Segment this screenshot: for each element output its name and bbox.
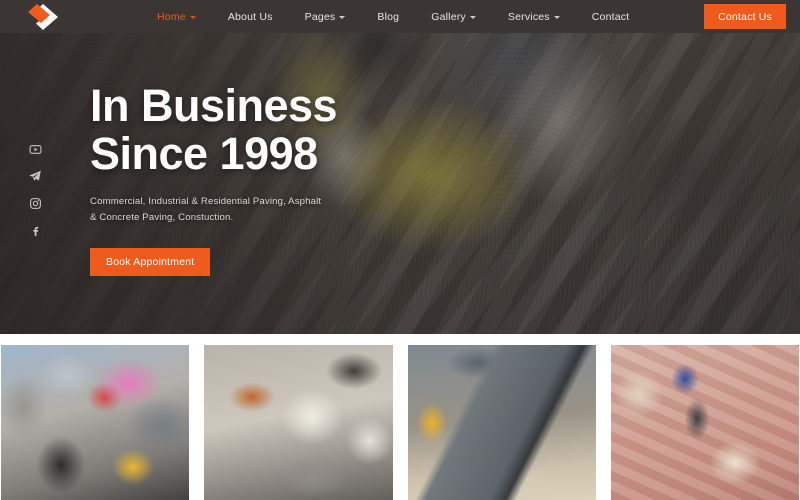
chevron-down-icon	[189, 15, 196, 19]
rhombus-logo-icon	[28, 3, 58, 30]
nav-item-label: Services	[507, 10, 550, 23]
gallery-image-3[interactable]	[407, 345, 596, 500]
gallery-image-3-photo	[407, 345, 596, 500]
nav-item-label: Blog	[377, 10, 400, 23]
gallery-image-4[interactable]	[610, 345, 799, 500]
hero-subtitle: Commercial, Industrial & Residential Pav…	[90, 196, 322, 224]
gallery-image-1-photo	[1, 345, 190, 500]
gallery-row	[0, 345, 800, 500]
nav-item-label: Home	[157, 10, 186, 23]
site-header: Home About Us Pages Blog Gallery Service…	[0, 0, 800, 33]
hero-content: In Business Since 1998 Commercial, Indus…	[90, 82, 420, 277]
gallery-image-1[interactable]	[1, 345, 190, 500]
hero-title-line-1: In Business	[90, 80, 338, 131]
chevron-down-icon	[469, 15, 476, 19]
facebook-icon[interactable]	[28, 223, 42, 237]
nav-item-services[interactable]: Services	[492, 0, 576, 33]
chevron-down-icon	[339, 15, 346, 19]
nav-item-about-us[interactable]: About Us	[212, 0, 289, 33]
nav-item-label: Pages	[304, 10, 336, 23]
chevron-down-icon	[553, 15, 560, 19]
nav-item-pages[interactable]: Pages	[289, 0, 362, 33]
contact-us-button[interactable]: Contact Us	[704, 4, 786, 29]
social-rail	[26, 142, 44, 237]
gallery-image-4-photo	[610, 345, 799, 500]
telegram-icon[interactable]	[28, 169, 42, 183]
youtube-icon[interactable]	[28, 142, 42, 156]
gallery-image-2-photo	[204, 345, 393, 500]
gallery-image-2[interactable]	[204, 345, 393, 500]
nav-item-contact[interactable]: Contact	[576, 0, 646, 33]
hero-title-line-2: Since 1998	[90, 127, 318, 179]
hero-section: In Business Since 1998 Commercial, Indus…	[0, 0, 800, 334]
hero-title: In Business Since 1998	[90, 82, 420, 177]
gallery-strip	[0, 334, 800, 500]
main-nav: Home About Us Pages Blog Gallery Service…	[141, 0, 645, 33]
nav-item-blog[interactable]: Blog	[361, 0, 415, 33]
nav-item-home[interactable]: Home	[141, 0, 212, 33]
instagram-icon[interactable]	[28, 196, 42, 210]
logo[interactable]	[0, 0, 86, 33]
landing-page: In Business Since 1998 Commercial, Indus…	[0, 0, 800, 500]
nav-item-label: About Us	[227, 10, 273, 23]
book-appointment-button[interactable]: Book Appointment	[90, 248, 211, 277]
nav-item-gallery[interactable]: Gallery	[415, 0, 492, 33]
nav-item-label: Contact	[591, 10, 630, 23]
nav-item-label: Gallery	[431, 10, 466, 23]
